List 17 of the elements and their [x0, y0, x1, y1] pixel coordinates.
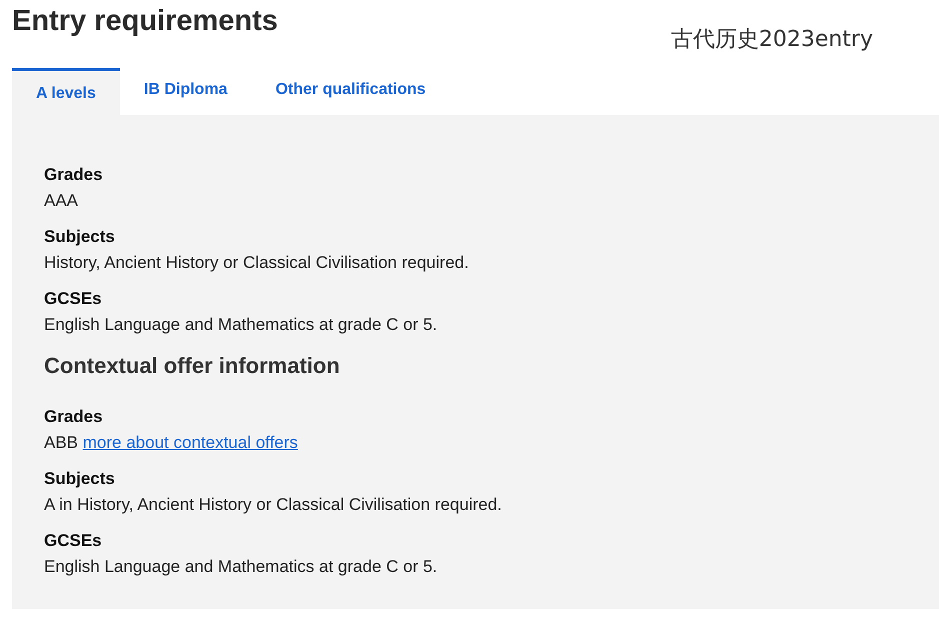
field-value: A in History, Ancient History or Classical Civilisation required.: [44, 495, 503, 515]
field-label: Subjects: [44, 227, 116, 247]
tab[interactable]: A levels: [12, 68, 120, 115]
section-heading: Contextual offer information: [44, 353, 341, 379]
contextual-offers-link[interactable]: more about contextual offers: [82, 433, 298, 452]
field-value: English Language and Mathematics at grade C or 5.: [44, 315, 438, 335]
page-title: Entry requirements: [12, 4, 278, 38]
annotation-text: 古代历史2023entry: [670, 26, 873, 54]
field-label: Subjects: [44, 469, 116, 489]
field-value: English Language and Mathematics at grade C or 5.: [44, 557, 438, 577]
field-label: GCSEs: [44, 531, 103, 551]
field-label: Grades: [44, 407, 104, 427]
field-value: ABB: [44, 433, 78, 452]
field-label: GCSEs: [44, 289, 103, 309]
field-label: Grades: [44, 165, 104, 185]
field-value: AAA: [44, 191, 80, 211]
field-value: History, Ancient History or Classical Civilisation required.: [44, 253, 470, 273]
